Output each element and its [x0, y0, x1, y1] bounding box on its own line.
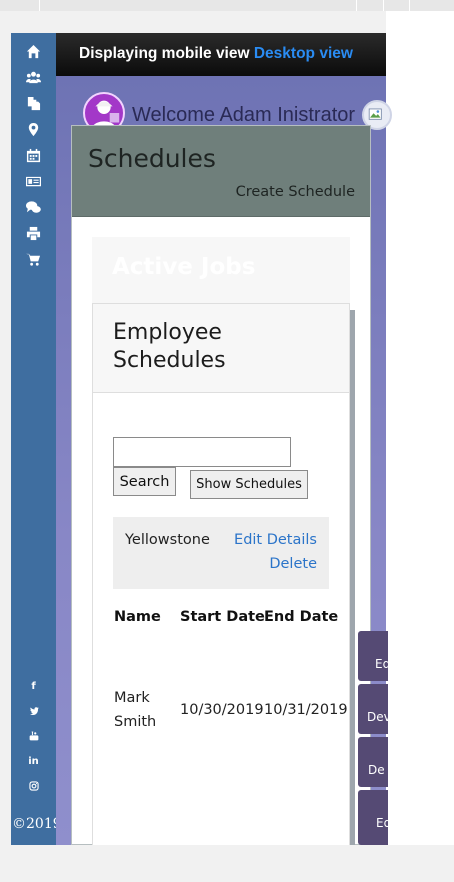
- mobile-view-label: Displaying mobile view: [79, 45, 250, 62]
- strip-segment: [384, 0, 410, 11]
- side-edit-button[interactable]: Ed: [358, 631, 388, 681]
- panel-header: Schedules Create Schedule: [72, 126, 370, 217]
- page-margin: [386, 11, 454, 882]
- strip-segment: [357, 0, 384, 11]
- welcome-text: Welcome Adam Inistrator: [132, 104, 356, 126]
- id-card-icon[interactable]: [11, 171, 56, 191]
- table-cell-end-date: 10/31/2019: [264, 702, 348, 718]
- column-header-name: Name: [114, 609, 161, 625]
- active-jobs-header: Active Jobs: [92, 237, 350, 303]
- map-marker-icon[interactable]: [11, 119, 56, 139]
- youtube-icon[interactable]: [11, 728, 56, 744]
- instagram-icon[interactable]: [11, 778, 56, 794]
- search-button[interactable]: Search: [113, 467, 176, 496]
- column-header-start-date: Start Date: [180, 609, 265, 625]
- active-jobs-title: Active Jobs: [112, 254, 256, 280]
- search-input[interactable]: [113, 437, 291, 467]
- print-icon[interactable]: [11, 223, 56, 243]
- mobile-view-bar: Displaying mobile view Desktop view: [56, 33, 386, 76]
- edit-details-link[interactable]: Edit Details: [234, 532, 317, 548]
- browser-top-strip: [0, 0, 454, 11]
- strip-segment: [0, 0, 40, 11]
- create-schedule-link[interactable]: Create Schedule: [236, 184, 355, 200]
- strip-segment: [40, 0, 357, 11]
- show-schedules-button[interactable]: Show Schedules: [190, 470, 308, 499]
- side-details-button[interactable]: Dev: [358, 684, 388, 734]
- users-icon[interactable]: [11, 67, 56, 87]
- comments-icon[interactable]: [11, 197, 56, 217]
- column-header-end-date: End Date: [264, 609, 339, 625]
- side-edit-button[interactable]: Ed: [358, 790, 388, 845]
- facebook-icon[interactable]: f: [11, 678, 56, 694]
- employee-schedules-title: Employee Schedules: [113, 320, 226, 373]
- calendar-icon[interactable]: [11, 145, 56, 165]
- documents-icon[interactable]: [11, 93, 56, 113]
- employee-last-name: Smith: [114, 714, 157, 730]
- cart-icon[interactable]: [11, 249, 56, 269]
- delete-link[interactable]: Delete: [269, 556, 317, 572]
- desktop-view-link[interactable]: Desktop view: [254, 45, 353, 62]
- side-delete-button[interactable]: De: [358, 737, 388, 787]
- employee-schedules-card: Employee Schedules Search Show Schedules…: [92, 303, 350, 848]
- employee-schedules-header: Employee Schedules: [93, 304, 349, 393]
- table-cell-name: Mark Smith: [114, 686, 156, 734]
- employee-first-name: Mark: [114, 690, 150, 706]
- page-bottom-margin: [0, 845, 454, 882]
- twitter-icon[interactable]: [11, 703, 56, 719]
- table-cell-start-date: 10/30/2019: [180, 702, 264, 718]
- welcome-row: Welcome Adam Inistrator: [56, 90, 392, 134]
- home-icon[interactable]: [11, 41, 56, 61]
- page-title: Schedules: [88, 144, 216, 173]
- copyright: ©2019: [12, 816, 62, 832]
- job-row: Yellowstone Edit Details Delete: [113, 517, 329, 589]
- linkedin-icon[interactable]: in: [11, 753, 56, 769]
- job-name: Yellowstone: [125, 532, 210, 548]
- left-sidebar: f in ©2019: [11, 33, 62, 845]
